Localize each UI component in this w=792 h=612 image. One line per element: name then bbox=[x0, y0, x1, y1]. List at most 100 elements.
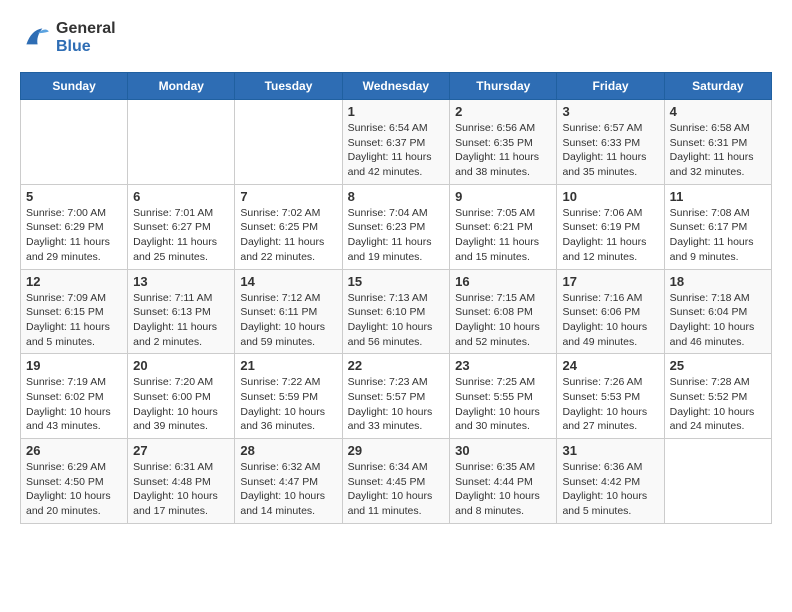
logo: General Blue bbox=[20, 20, 116, 56]
calendar-cell: 6 Sunrise: 7:01 AMSunset: 6:27 PMDayligh… bbox=[128, 184, 235, 269]
calendar-cell bbox=[235, 100, 342, 185]
day-number: 22 bbox=[348, 358, 445, 373]
day-number: 20 bbox=[133, 358, 229, 373]
day-info: Sunrise: 7:02 AMSunset: 6:25 PMDaylight:… bbox=[240, 206, 336, 265]
day-number: 3 bbox=[562, 104, 658, 119]
day-number: 7 bbox=[240, 189, 336, 204]
day-number: 6 bbox=[133, 189, 229, 204]
day-info: Sunrise: 6:58 AMSunset: 6:31 PMDaylight:… bbox=[670, 121, 766, 180]
day-number: 23 bbox=[455, 358, 551, 373]
calendar-cell: 13 Sunrise: 7:11 AMSunset: 6:13 PMDaylig… bbox=[128, 269, 235, 354]
calendar-cell: 14 Sunrise: 7:12 AMSunset: 6:11 PMDaylig… bbox=[235, 269, 342, 354]
day-info: Sunrise: 6:57 AMSunset: 6:33 PMDaylight:… bbox=[562, 121, 658, 180]
day-info: Sunrise: 7:05 AMSunset: 6:21 PMDaylight:… bbox=[455, 206, 551, 265]
calendar-cell: 18 Sunrise: 7:18 AMSunset: 6:04 PMDaylig… bbox=[664, 269, 771, 354]
day-number: 31 bbox=[562, 443, 658, 458]
calendar-cell: 7 Sunrise: 7:02 AMSunset: 6:25 PMDayligh… bbox=[235, 184, 342, 269]
weekday-header-wednesday: Wednesday bbox=[342, 73, 450, 100]
calendar-cell: 31 Sunrise: 6:36 AMSunset: 4:42 PMDaylig… bbox=[557, 439, 664, 524]
day-info: Sunrise: 7:19 AMSunset: 6:02 PMDaylight:… bbox=[26, 375, 122, 434]
day-number: 13 bbox=[133, 274, 229, 289]
weekday-header-row: SundayMondayTuesdayWednesdayThursdayFrid… bbox=[21, 73, 772, 100]
day-number: 15 bbox=[348, 274, 445, 289]
day-number: 5 bbox=[26, 189, 122, 204]
calendar-cell: 25 Sunrise: 7:28 AMSunset: 5:52 PMDaylig… bbox=[664, 354, 771, 439]
day-info: Sunrise: 7:22 AMSunset: 5:59 PMDaylight:… bbox=[240, 375, 336, 434]
day-info: Sunrise: 6:36 AMSunset: 4:42 PMDaylight:… bbox=[562, 460, 658, 519]
day-info: Sunrise: 7:20 AMSunset: 6:00 PMDaylight:… bbox=[133, 375, 229, 434]
day-info: Sunrise: 6:29 AMSunset: 4:50 PMDaylight:… bbox=[26, 460, 122, 519]
calendar-cell: 29 Sunrise: 6:34 AMSunset: 4:45 PMDaylig… bbox=[342, 439, 450, 524]
day-info: Sunrise: 6:32 AMSunset: 4:47 PMDaylight:… bbox=[240, 460, 336, 519]
day-info: Sunrise: 6:54 AMSunset: 6:37 PMDaylight:… bbox=[348, 121, 445, 180]
weekday-header-saturday: Saturday bbox=[664, 73, 771, 100]
weekday-header-thursday: Thursday bbox=[450, 73, 557, 100]
calendar-cell: 3 Sunrise: 6:57 AMSunset: 6:33 PMDayligh… bbox=[557, 100, 664, 185]
day-number: 8 bbox=[348, 189, 445, 204]
day-info: Sunrise: 7:13 AMSunset: 6:10 PMDaylight:… bbox=[348, 291, 445, 350]
day-info: Sunrise: 7:06 AMSunset: 6:19 PMDaylight:… bbox=[562, 206, 658, 265]
week-row-2: 5 Sunrise: 7:00 AMSunset: 6:29 PMDayligh… bbox=[21, 184, 772, 269]
week-row-3: 12 Sunrise: 7:09 AMSunset: 6:15 PMDaylig… bbox=[21, 269, 772, 354]
day-info: Sunrise: 7:15 AMSunset: 6:08 PMDaylight:… bbox=[455, 291, 551, 350]
calendar-cell: 17 Sunrise: 7:16 AMSunset: 6:06 PMDaylig… bbox=[557, 269, 664, 354]
day-number: 18 bbox=[670, 274, 766, 289]
day-info: Sunrise: 7:23 AMSunset: 5:57 PMDaylight:… bbox=[348, 375, 445, 434]
day-number: 30 bbox=[455, 443, 551, 458]
calendar-cell bbox=[664, 439, 771, 524]
day-info: Sunrise: 7:12 AMSunset: 6:11 PMDaylight:… bbox=[240, 291, 336, 350]
weekday-header-monday: Monday bbox=[128, 73, 235, 100]
calendar-table: SundayMondayTuesdayWednesdayThursdayFrid… bbox=[20, 72, 772, 524]
calendar-cell: 2 Sunrise: 6:56 AMSunset: 6:35 PMDayligh… bbox=[450, 100, 557, 185]
day-number: 16 bbox=[455, 274, 551, 289]
logo-text: General Blue bbox=[56, 20, 116, 56]
calendar-cell: 21 Sunrise: 7:22 AMSunset: 5:59 PMDaylig… bbox=[235, 354, 342, 439]
calendar-cell: 16 Sunrise: 7:15 AMSunset: 6:08 PMDaylig… bbox=[450, 269, 557, 354]
day-info: Sunrise: 7:11 AMSunset: 6:13 PMDaylight:… bbox=[133, 291, 229, 350]
day-info: Sunrise: 7:18 AMSunset: 6:04 PMDaylight:… bbox=[670, 291, 766, 350]
calendar-cell: 12 Sunrise: 7:09 AMSunset: 6:15 PMDaylig… bbox=[21, 269, 128, 354]
day-number: 26 bbox=[26, 443, 122, 458]
day-info: Sunrise: 7:16 AMSunset: 6:06 PMDaylight:… bbox=[562, 291, 658, 350]
calendar-cell: 23 Sunrise: 7:25 AMSunset: 5:55 PMDaylig… bbox=[450, 354, 557, 439]
calendar-cell: 10 Sunrise: 7:06 AMSunset: 6:19 PMDaylig… bbox=[557, 184, 664, 269]
day-info: Sunrise: 6:35 AMSunset: 4:44 PMDaylight:… bbox=[455, 460, 551, 519]
day-number: 28 bbox=[240, 443, 336, 458]
calendar-cell: 9 Sunrise: 7:05 AMSunset: 6:21 PMDayligh… bbox=[450, 184, 557, 269]
day-number: 17 bbox=[562, 274, 658, 289]
calendar-cell: 27 Sunrise: 6:31 AMSunset: 4:48 PMDaylig… bbox=[128, 439, 235, 524]
day-number: 1 bbox=[348, 104, 445, 119]
day-number: 12 bbox=[26, 274, 122, 289]
calendar-cell: 15 Sunrise: 7:13 AMSunset: 6:10 PMDaylig… bbox=[342, 269, 450, 354]
calendar-cell: 11 Sunrise: 7:08 AMSunset: 6:17 PMDaylig… bbox=[664, 184, 771, 269]
day-info: Sunrise: 6:34 AMSunset: 4:45 PMDaylight:… bbox=[348, 460, 445, 519]
day-info: Sunrise: 7:26 AMSunset: 5:53 PMDaylight:… bbox=[562, 375, 658, 434]
day-info: Sunrise: 7:08 AMSunset: 6:17 PMDaylight:… bbox=[670, 206, 766, 265]
day-number: 11 bbox=[670, 189, 766, 204]
calendar-cell: 22 Sunrise: 7:23 AMSunset: 5:57 PMDaylig… bbox=[342, 354, 450, 439]
calendar-cell: 30 Sunrise: 6:35 AMSunset: 4:44 PMDaylig… bbox=[450, 439, 557, 524]
weekday-header-friday: Friday bbox=[557, 73, 664, 100]
week-row-4: 19 Sunrise: 7:19 AMSunset: 6:02 PMDaylig… bbox=[21, 354, 772, 439]
weekday-header-sunday: Sunday bbox=[21, 73, 128, 100]
week-row-1: 1 Sunrise: 6:54 AMSunset: 6:37 PMDayligh… bbox=[21, 100, 772, 185]
calendar-cell: 1 Sunrise: 6:54 AMSunset: 6:37 PMDayligh… bbox=[342, 100, 450, 185]
day-info: Sunrise: 7:04 AMSunset: 6:23 PMDaylight:… bbox=[348, 206, 445, 265]
week-row-5: 26 Sunrise: 6:29 AMSunset: 4:50 PMDaylig… bbox=[21, 439, 772, 524]
day-number: 9 bbox=[455, 189, 551, 204]
day-info: Sunrise: 6:31 AMSunset: 4:48 PMDaylight:… bbox=[133, 460, 229, 519]
day-number: 14 bbox=[240, 274, 336, 289]
day-number: 19 bbox=[26, 358, 122, 373]
weekday-header-tuesday: Tuesday bbox=[235, 73, 342, 100]
calendar-cell: 20 Sunrise: 7:20 AMSunset: 6:00 PMDaylig… bbox=[128, 354, 235, 439]
day-info: Sunrise: 7:01 AMSunset: 6:27 PMDaylight:… bbox=[133, 206, 229, 265]
calendar-cell: 19 Sunrise: 7:19 AMSunset: 6:02 PMDaylig… bbox=[21, 354, 128, 439]
calendar-cell: 24 Sunrise: 7:26 AMSunset: 5:53 PMDaylig… bbox=[557, 354, 664, 439]
day-number: 29 bbox=[348, 443, 445, 458]
calendar-cell: 8 Sunrise: 7:04 AMSunset: 6:23 PMDayligh… bbox=[342, 184, 450, 269]
day-number: 2 bbox=[455, 104, 551, 119]
day-info: Sunrise: 6:56 AMSunset: 6:35 PMDaylight:… bbox=[455, 121, 551, 180]
day-number: 10 bbox=[562, 189, 658, 204]
calendar-cell: 4 Sunrise: 6:58 AMSunset: 6:31 PMDayligh… bbox=[664, 100, 771, 185]
day-info: Sunrise: 7:09 AMSunset: 6:15 PMDaylight:… bbox=[26, 291, 122, 350]
